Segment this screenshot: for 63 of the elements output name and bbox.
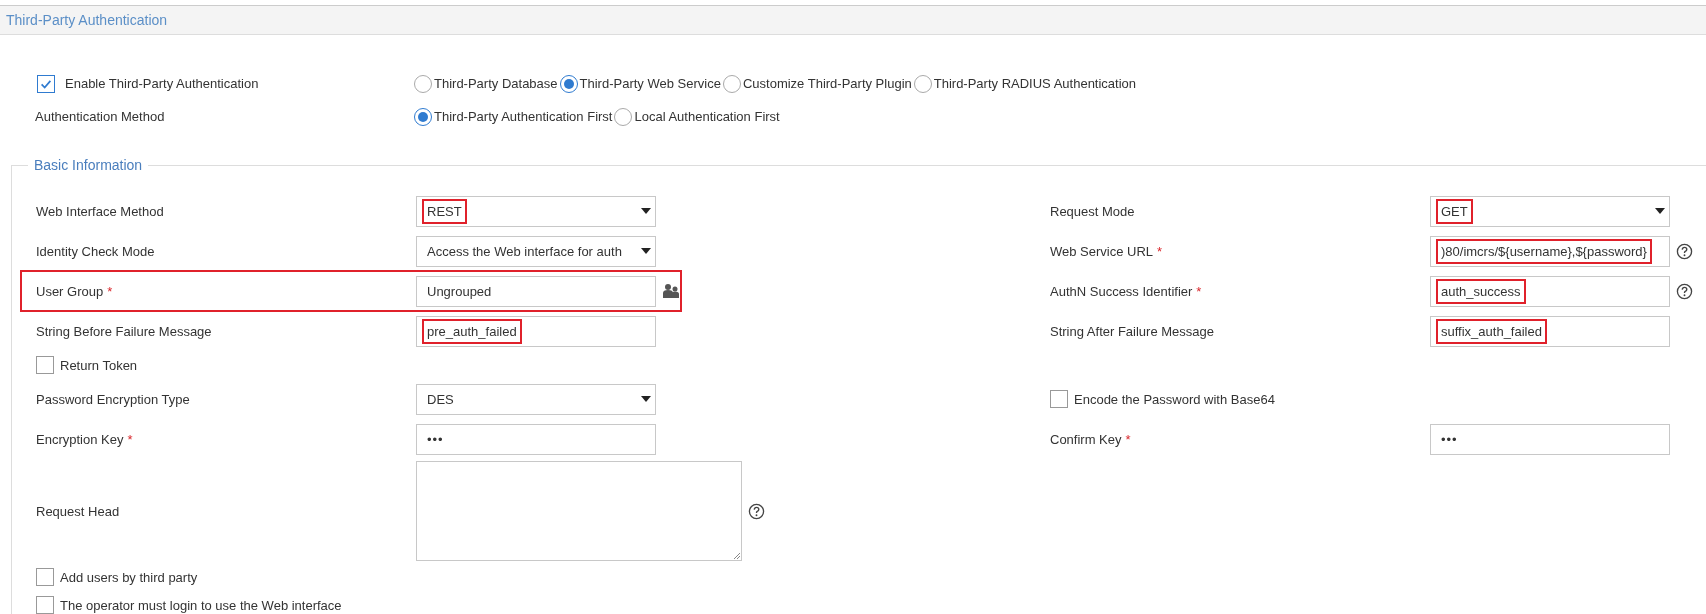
radio-button[interactable] [414, 107, 432, 126]
input-field[interactable]: suffix_auth_failed [1430, 315, 1670, 347]
help-icon[interactable] [1676, 242, 1693, 260]
radio-button[interactable] [722, 74, 741, 93]
radio-button[interactable] [614, 107, 633, 126]
caret-icon [641, 396, 651, 402]
field-label: AuthN Success Identifier [1050, 283, 1193, 299]
checkbox-label: Add users by third party [60, 569, 198, 585]
caret-icon [1655, 208, 1665, 214]
required-mark: * [107, 283, 113, 299]
required-mark: * [1125, 431, 1131, 447]
radio-label: Third-Party Database [434, 76, 558, 91]
required-mark: * [1157, 243, 1163, 259]
help-icon[interactable] [748, 502, 765, 520]
radio-button[interactable] [559, 74, 578, 93]
resize-grip-icon[interactable] [732, 551, 740, 559]
enable-checkbox[interactable] [37, 74, 55, 93]
field-label: Request Mode [1050, 203, 1135, 219]
required-mark: * [1196, 283, 1202, 299]
checkbox[interactable] [36, 568, 54, 586]
checkbox[interactable] [36, 596, 54, 614]
radio-label: Customize Third-Party Plugin [742, 76, 912, 91]
checkbox-label: Return Token [60, 357, 138, 373]
required-mark: * [127, 431, 133, 447]
radio-label: Third-Party RADIUS Authentication [933, 76, 1137, 91]
page-title: Third-Party Authentication [6, 12, 168, 28]
field-label: User Group [36, 283, 104, 299]
field-label: Authentication Method [35, 109, 165, 124]
field-label: String After Failure Message [1050, 323, 1215, 339]
password-field[interactable]: ••• [1430, 423, 1670, 455]
checkbox-label: Encode the Password with Base64 [1074, 391, 1275, 407]
field-label: Identity Check Mode [36, 243, 155, 259]
field-label: Request Head [36, 503, 120, 519]
field-label: String Before Failure Message [36, 323, 212, 339]
checkbox-label: Enable Third-Party Authentication [65, 76, 259, 91]
checkbox-label: The operator must login to use the Web interface [60, 597, 342, 613]
dropdown[interactable]: REST [416, 195, 656, 227]
field-label: Web Interface Method [36, 203, 164, 219]
dropdown[interactable]: Access the Web interface for auth [416, 235, 656, 267]
field-label: Encryption Key [36, 431, 124, 447]
caret-icon [641, 248, 651, 254]
caret-icon [641, 208, 651, 214]
section-legend: Basic Information [28, 157, 149, 173]
checkbox[interactable] [1050, 390, 1068, 408]
field-label: Password Encryption Type [36, 391, 190, 407]
text-area[interactable] [416, 461, 742, 561]
input-field[interactable]: Ungrouped [416, 275, 656, 307]
field-label: Confirm Key [1050, 431, 1122, 447]
users-icon[interactable] [662, 283, 680, 299]
field-label: Web Service URL [1050, 243, 1154, 259]
dropdown[interactable]: GET [1430, 195, 1670, 227]
radio-label: Third-Party Authentication First [434, 109, 613, 124]
radio-label: Third-Party Web Service [579, 76, 721, 91]
password-field[interactable]: ••• [416, 423, 656, 455]
radio-button[interactable] [414, 74, 432, 93]
radio-button[interactable] [913, 74, 932, 93]
input-field[interactable]: pre_auth_failed [416, 315, 656, 347]
input-field[interactable]: auth_success [1430, 275, 1670, 307]
radio-label: Local Authentication First [634, 109, 780, 124]
input-field[interactable]: )80/imcrs/${username},${password} [1430, 235, 1670, 267]
dropdown[interactable]: DES [416, 383, 656, 415]
help-icon[interactable] [1676, 282, 1693, 300]
checkbox[interactable] [36, 356, 54, 374]
